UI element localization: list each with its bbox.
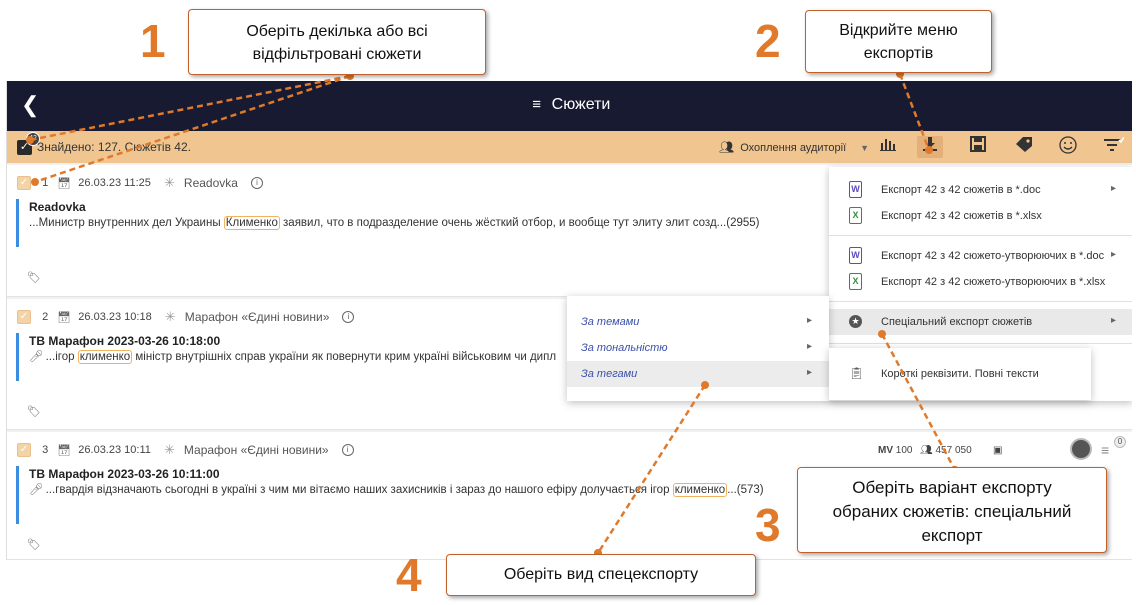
story-headline[interactable]: Readovka: [29, 199, 816, 215]
microphone-icon: 🎤︎: [29, 351, 44, 363]
story-source[interactable]: Марафон «Єдині новини»: [184, 443, 329, 457]
report-format-menu[interactable]: 📋︎ Короткі реквізити. Повні тексти: [829, 348, 1091, 400]
export-forming-doc[interactable]: W Експорт 42 з 42 сюжето-утворюючих в *.…: [829, 243, 1132, 269]
menu-divider: [829, 235, 1132, 236]
chevron-right-icon: ▸: [807, 315, 813, 326]
audience-sort-dropdown[interactable]: 👥︎ Охоплення аудиторії ▼: [719, 140, 869, 154]
dropdown-arrow-icon: ▼: [860, 143, 870, 153]
telegram-icon: ✳: [163, 175, 175, 190]
step-number-2: 2: [755, 15, 781, 67]
export-by-tonality[interactable]: За тональністю ▸: [567, 335, 829, 361]
story-snippet: 🎤︎ ...гвардія відзначають сьогодні в укра…: [29, 483, 764, 497]
story-source[interactable]: Марафон «Єдині новини»: [185, 310, 330, 324]
people-icon: 👥︎: [719, 140, 735, 154]
tv-icon: ✳: [163, 442, 175, 457]
story-meta: ✓ 2 📅︎ 26.03.23 10:18 ✳ Марафон «Єдині н…: [17, 309, 355, 325]
excel-file-icon: X: [849, 273, 862, 290]
tag-icon[interactable]: [1011, 136, 1037, 158]
clipboard-icon: 📋︎: [849, 366, 865, 380]
story-number: 1: [42, 177, 49, 189]
smiley-icon[interactable]: [1055, 136, 1081, 158]
list-icon: ≡: [532, 96, 542, 113]
story-date: 26.03.23 10:18: [78, 311, 152, 323]
export-stories-xlsx[interactable]: X Експорт 42 з 42 сюжетів в *.xlsx: [829, 203, 1132, 229]
keyword-highlight: Клименко: [223, 216, 280, 230]
chevron-right-icon: ▸: [1111, 183, 1117, 194]
star-icon: ★: [849, 315, 862, 328]
info-icon[interactable]: i: [342, 311, 355, 323]
callout-step-2: Відкрийте меню експортів: [805, 10, 992, 73]
chevron-right-icon: ▸: [1111, 315, 1117, 326]
story-snippet: ...Министр внутренних дел Украины Климен…: [29, 216, 760, 230]
step-number-3: 3: [755, 499, 781, 551]
story-meta: ✓ 3 📅︎ 26.03.23 10:11 ✳ Марафон «Єдині н…: [17, 442, 354, 458]
save-icon[interactable]: [965, 136, 991, 158]
menu-count-badge: 0: [1114, 436, 1126, 448]
calendar-icon: 📅︎: [57, 311, 72, 324]
story-body: ТВ Марафон 2023-03-26 10:11:00 🎤︎ ...гвар…: [16, 466, 816, 524]
export-by-topics[interactable]: За темами ▸: [567, 309, 829, 335]
keyword-highlight: клименко: [672, 483, 728, 497]
mv-stat: MV 100: [878, 445, 913, 456]
story-number: 3: [42, 444, 49, 456]
info-icon[interactable]: i: [341, 444, 354, 456]
page-title: ≡ Сюжети: [7, 96, 1132, 114]
story-date: 26.03.23 10:11: [78, 444, 151, 456]
menu-divider: [829, 301, 1132, 302]
special-export-item[interactable]: ★ Спеціальний експорт сюжетів ▸: [829, 309, 1132, 335]
found-count-text: Знайдено: 127. Сюжетів 42.: [37, 140, 191, 154]
story-body: Readovka ...Министр внутренних дел Украи…: [16, 199, 816, 247]
preview-icon[interactable]: ▣: [993, 445, 1002, 456]
export-by-tags[interactable]: За тегами ▸: [567, 361, 829, 387]
step-number-1: 1: [140, 15, 166, 67]
chevron-right-icon: ▸: [807, 341, 813, 352]
filter-bar: ✓ 42 Знайдено: 127. Сюжетів 42. 👥︎ Охопле…: [7, 131, 1132, 163]
word-file-icon: W: [849, 247, 862, 264]
callout-step-3: Оберіть варіант експорту обраних сюжетів…: [797, 467, 1107, 553]
chevron-right-icon: ▸: [1111, 249, 1117, 260]
callout-step-4: Оберіть вид спецекспорту: [446, 554, 756, 596]
callout-step-1: Оберіть декілька або всі відфільтровані …: [188, 9, 486, 75]
download-icon[interactable]: [917, 136, 943, 158]
audience-stat: 👥︎ 457 050: [920, 445, 972, 456]
bar-chart-icon[interactable]: [875, 136, 901, 158]
menu-icon[interactable]: ≡: [1101, 442, 1109, 458]
excel-file-icon: X: [849, 207, 862, 224]
export-stories-doc[interactable]: W Експорт 42 з 42 сюжетів в *.doc ▸: [829, 177, 1132, 203]
info-icon[interactable]: i: [251, 177, 264, 189]
avatar[interactable]: [1070, 438, 1092, 460]
calendar-icon: 📅︎: [57, 444, 72, 457]
keyword-highlight: клименко: [77, 350, 133, 364]
step-number-4: 4: [396, 549, 422, 601]
story-checkbox[interactable]: ✓: [17, 443, 31, 457]
tv-icon: ✳: [164, 309, 176, 324]
special-export-submenu: За темами ▸ За тональністю ▸ За тегами ▸: [567, 296, 829, 401]
story-checkbox[interactable]: ✓: [17, 310, 31, 324]
story-source[interactable]: Readovka: [184, 176, 238, 190]
menu-divider: [829, 343, 1132, 344]
microphone-icon: 🎤︎: [29, 484, 44, 496]
chevron-right-icon: ▸: [807, 367, 813, 378]
word-file-icon: W: [849, 181, 862, 198]
tag-icon[interactable]: 🏷︎: [27, 405, 41, 418]
story-number: 2: [42, 311, 49, 323]
story-headline[interactable]: ТВ Марафон 2023-03-26 10:11:00: [29, 466, 816, 482]
story-date: 26.03.23 11:25: [78, 177, 151, 189]
story-meta: ✓ 1 📅︎ 26.03.23 11:25 ✳ Readovka i: [17, 175, 264, 191]
tag-icon[interactable]: 🏷︎: [27, 271, 41, 284]
story-checkbox[interactable]: ✓: [17, 176, 31, 190]
calendar-icon: 📅︎: [57, 177, 72, 190]
filter-icon[interactable]: [1101, 136, 1127, 158]
top-bar: ❮ ≡ Сюжети: [7, 81, 1132, 131]
tag-icon[interactable]: 🏷︎: [27, 538, 41, 551]
export-forming-xlsx[interactable]: X Експорт 42 з 42 сюжето-утворюючих в *.…: [829, 269, 1132, 295]
